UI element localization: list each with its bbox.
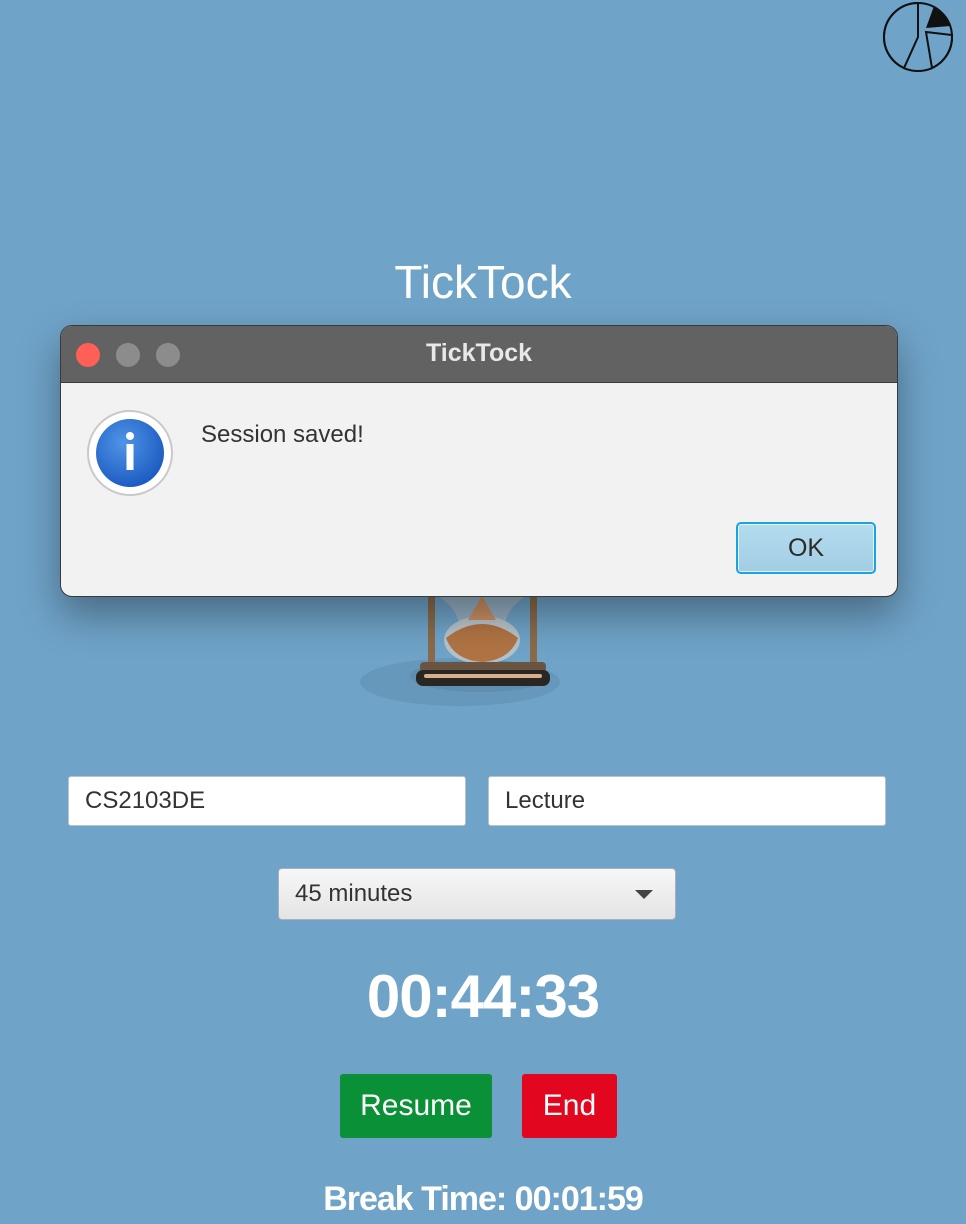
duration-select[interactable]: 45 minutes: [278, 868, 676, 920]
info-icon: [87, 410, 173, 496]
app-title: TickTock: [394, 256, 572, 308]
pie-chart-icon[interactable]: [882, 0, 956, 74]
resume-button[interactable]: Resume: [340, 1074, 492, 1138]
end-button[interactable]: End: [522, 1074, 617, 1138]
course-field[interactable]: [68, 776, 466, 826]
duration-selected-value: 45 minutes: [295, 880, 413, 907]
timer-display: 00:44:33: [366, 963, 600, 1030]
hourglass-illustration: [350, 590, 570, 720]
dialog-title: TickTock: [425, 339, 533, 367]
ok-button[interactable]: OK: [736, 522, 876, 574]
chevron-down-icon: [635, 889, 653, 899]
session-saved-dialog: TickTock Session saved! OK: [60, 325, 898, 597]
dialog-titlebar: TickTock: [61, 326, 897, 383]
break-time-label: Break Time: 00:01:59: [323, 1180, 644, 1218]
dialog-message: Session saved!: [201, 421, 364, 448]
session-type-field[interactable]: [488, 776, 886, 826]
